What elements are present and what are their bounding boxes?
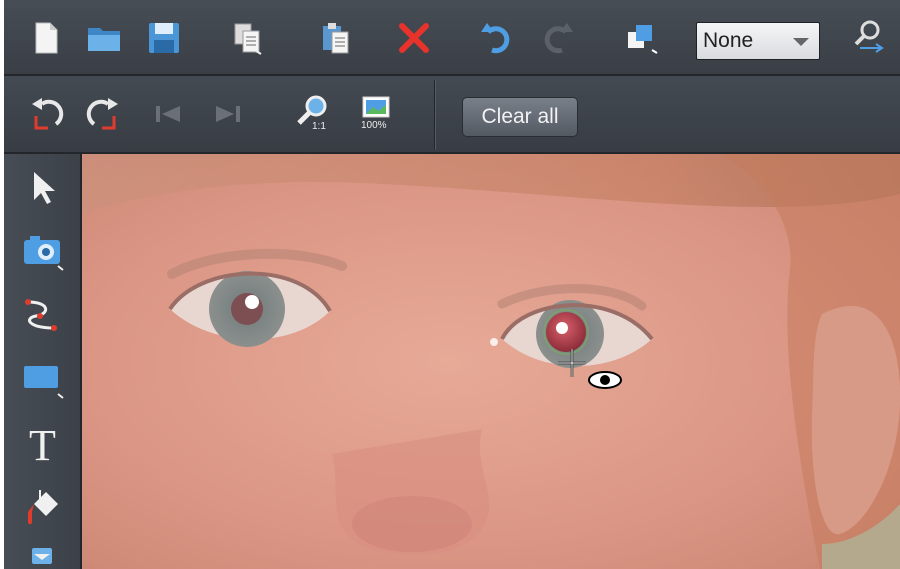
undo-button[interactable] [476,18,516,58]
arrange-button[interactable] [622,18,662,58]
more-tools-icon [32,548,52,564]
skip-previous-icon [156,106,180,122]
new-document-icon [35,22,58,54]
new-document-button[interactable] [26,18,66,58]
rectangle-icon [24,366,64,399]
camera-icon [24,236,64,271]
zoom-100-label: 100% [361,120,387,130]
fill-tool[interactable] [18,484,66,532]
zoom-100-icon: 100% [361,96,390,130]
redo-icon [544,23,573,54]
copy-button[interactable] [228,18,268,58]
zoom-1to1-button[interactable]: 1:1 [294,92,334,132]
skip-next-icon [216,106,240,122]
rotate-left-button[interactable] [26,94,66,134]
zoom-100-button[interactable]: 100% [356,92,396,132]
rotate-left-icon [32,98,64,130]
more-tools[interactable] [18,542,66,569]
delete-button[interactable] [394,18,434,58]
secondary-toolbar [4,76,900,154]
arrange-icon [628,25,658,54]
paste-button[interactable] [316,18,356,58]
zoom-1to1-label: 1:1 [312,121,326,130]
bezier-tool[interactable] [18,290,66,338]
redo-button[interactable] [538,18,578,58]
save-button[interactable] [144,18,184,58]
chevron-down-icon [793,38,809,46]
photo-canvas[interactable] [82,154,900,569]
arrow-pointer-icon [34,172,55,204]
rotate-right-icon [86,98,118,130]
rotate-right-button[interactable] [84,94,124,134]
folder-icon [88,28,120,51]
next-button[interactable] [208,94,248,134]
open-folder-button[interactable] [84,18,124,58]
app-window: None 1:1 100% Clear all T [4,0,900,569]
selector-tool[interactable] [18,164,66,212]
toolbar-divider [434,80,436,150]
blend-select-value: None [703,29,754,52]
text-tool-glyph: T [29,421,56,464]
bezier-curve-icon [25,299,57,331]
text-icon: T [29,421,56,464]
undo-icon [481,23,510,54]
photo-tool[interactable] [18,226,66,274]
previous-button[interactable] [148,94,188,134]
zoom-magnifier-icon: 1:1 [297,95,327,130]
copy-icon [234,23,262,55]
blend-select[interactable]: None [696,22,820,60]
magnify-pointer-icon [854,20,884,53]
save-icon [149,23,179,53]
paste-icon [323,23,349,54]
clear-all-button[interactable]: Clear all [462,97,578,137]
magnify-pointer-button[interactable] [848,16,888,56]
child-photo [82,154,900,569]
text-tool[interactable]: T [18,418,66,466]
delete-icon [399,23,429,53]
rectangle-tool[interactable] [18,354,66,402]
paint-bucket-icon [28,490,58,525]
